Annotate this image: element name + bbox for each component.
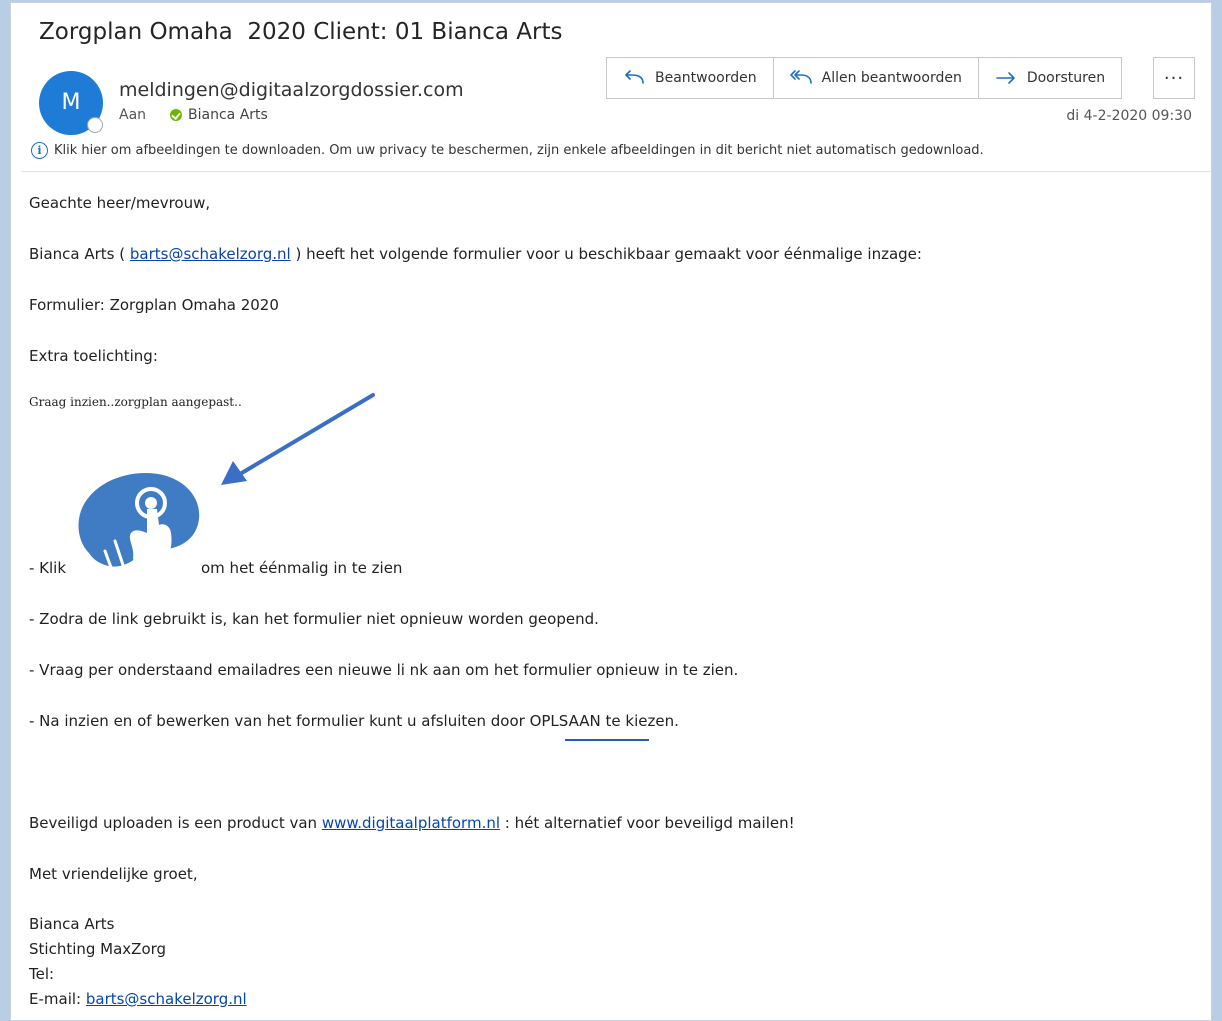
footer-text-start: Beveiligd uploaden is een product van <box>29 814 322 832</box>
signature-email-label: E-mail: <box>29 990 86 1008</box>
klik-suffix: om het éénmalig in te zien <box>201 559 403 577</box>
sender-address[interactable]: meldingen@digitaalzorgdossier.com <box>119 79 464 101</box>
window-background: Zorgplan Omaha 2020 Client: 01 Bianca Ar… <box>0 0 1222 1021</box>
available-status-icon <box>170 109 183 121</box>
annotation-arrow-icon <box>221 393 375 485</box>
intro-text-start: Bianca Arts ( <box>29 245 130 263</box>
spelling-underline <box>565 739 649 741</box>
recipient-name[interactable]: Bianca Arts <box>188 107 268 123</box>
intro-paragraph: Bianca Arts ( barts@schakelzorg.nl ) hee… <box>29 245 922 263</box>
presence-status-icon <box>87 117 103 133</box>
reply-all-icon <box>789 70 812 84</box>
forward-button[interactable]: Doorsturen <box>978 58 1122 98</box>
forward-arrow-icon <box>996 72 1015 84</box>
platform-website-link[interactable]: www.digitaalplatform.nl <box>322 814 500 832</box>
message-actions-toolbar: Beantwoorden Allen beantwoorden Doorstur… <box>606 57 1123 99</box>
instruction-line-3: - Vraag per onderstaand emailadres een n… <box>29 661 739 679</box>
email-reading-pane: Zorgplan Omaha 2020 Client: 01 Bianca Ar… <box>10 2 1212 1021</box>
signature-email-link[interactable]: barts@schakelzorg.nl <box>86 990 247 1008</box>
extra-explanation-label: Extra toelichting: <box>29 347 158 365</box>
signature-name: Bianca Arts <box>29 915 115 933</box>
to-label: Aan <box>119 107 147 123</box>
reply-label: Beantwoorden <box>655 70 757 86</box>
intro-text-end: ) heeft het volgende formulier voor u be… <box>290 245 922 263</box>
signature-organization: Stichting MaxZorg <box>29 940 167 958</box>
header-divider <box>21 171 1211 172</box>
closing-line: Met vriendelijke groet, <box>29 865 198 883</box>
signature-phone: Tel: <box>29 965 55 983</box>
extra-explanation-note: Graag inzien..zorgplan aangepast.. <box>29 395 242 409</box>
sender-email-link[interactable]: barts@schakelzorg.nl <box>130 245 291 263</box>
instruction-line-2: - Zodra de link gebruikt is, kan het for… <box>29 610 599 628</box>
more-actions-button[interactable]: ··· <box>1153 57 1195 99</box>
forward-label: Doorsturen <box>1026 70 1106 86</box>
form-name-line: Formulier: Zorgplan Omaha 2020 <box>29 296 279 314</box>
greeting: Geachte heer/mevrouw, <box>29 194 211 212</box>
footer-text-end: : hét alternatief voor beveiligd mailen! <box>500 814 795 832</box>
email-subject: Zorgplan Omaha 2020 Client: 01 Bianca Ar… <box>39 19 563 45</box>
instruction-line-4: - Na inzien en of bewerken van het formu… <box>29 712 679 730</box>
klik-prefix: - Klik <box>29 559 67 577</box>
reply-icon <box>625 70 644 84</box>
info-icon: i <box>31 142 48 159</box>
open-form-link-icon[interactable] <box>75 471 201 573</box>
infobar-text: Klik hier om afbeeldingen te downloaden.… <box>54 143 984 158</box>
sent-date: di 4-2-2020 09:30 <box>1066 108 1192 124</box>
download-images-infobar[interactable]: i Klik hier om afbeeldingen te downloade… <box>31 142 984 159</box>
reply-button[interactable]: Beantwoorden <box>607 58 774 98</box>
reply-all-button[interactable]: Allen beantwoorden <box>773 58 979 98</box>
footer-paragraph: Beveiligd uploaden is een product van ww… <box>29 814 795 832</box>
reply-all-label: Allen beantwoorden <box>821 70 962 86</box>
signature-email-row: E-mail: barts@schakelzorg.nl <box>29 990 247 1008</box>
recipient-row: Aan Bianca Arts <box>119 107 268 123</box>
